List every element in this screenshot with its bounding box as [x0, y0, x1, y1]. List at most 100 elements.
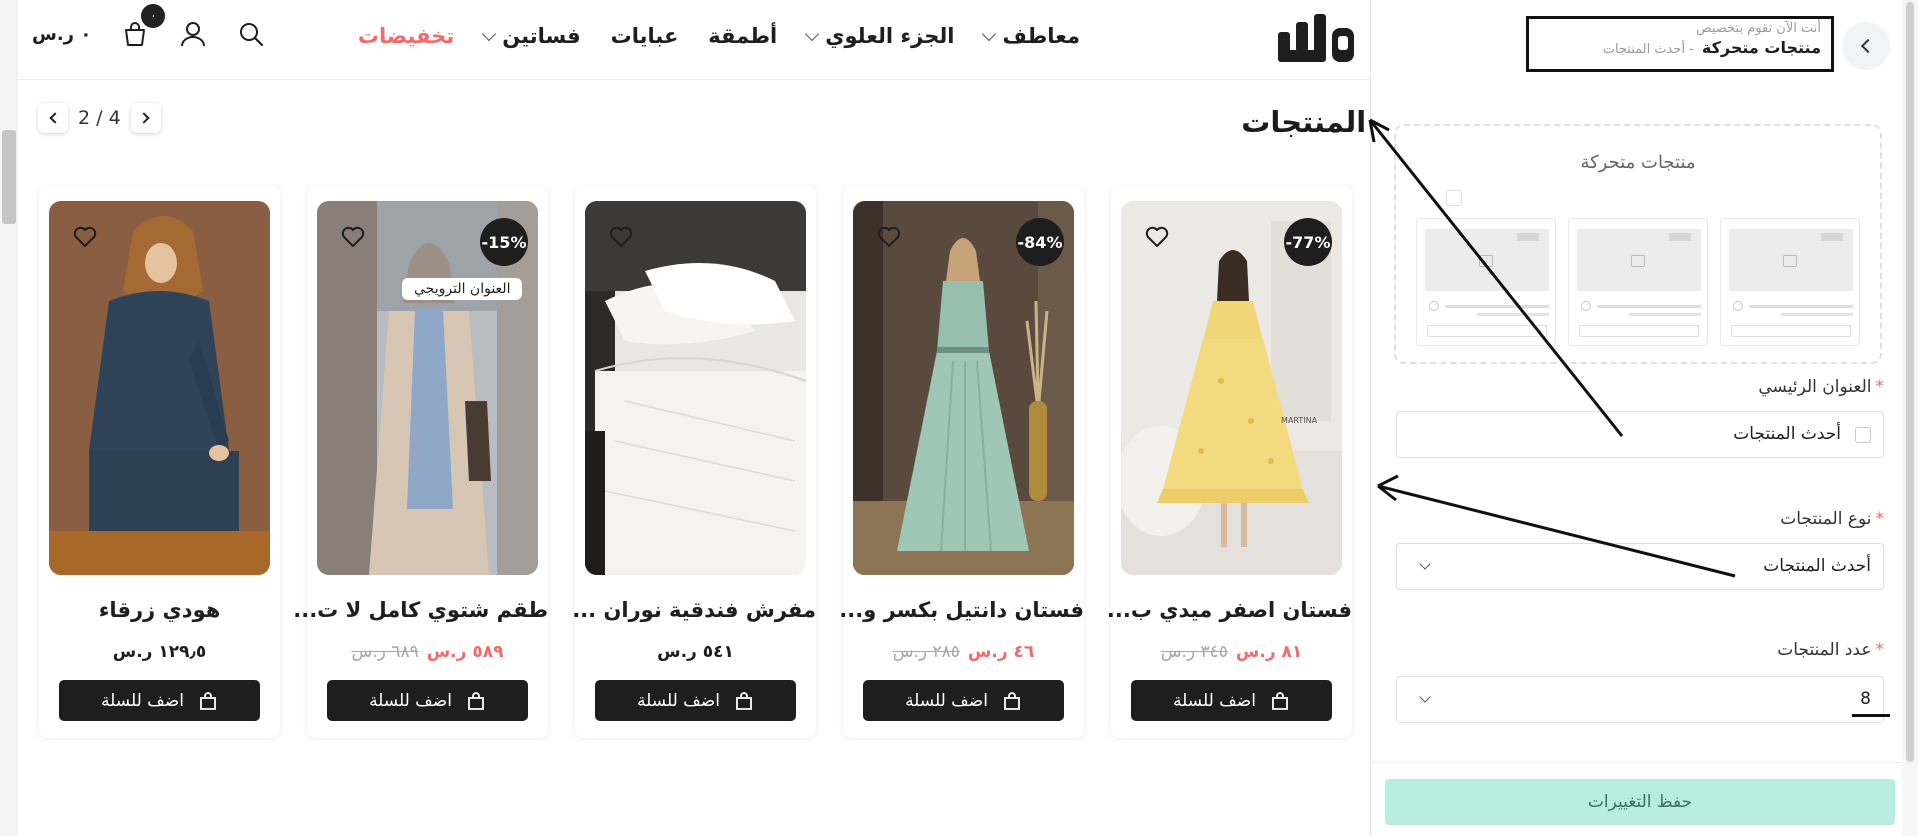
product-prices: ٨١ ر.س ٣٤٥ ر.س [1111, 642, 1352, 662]
product-card[interactable]: -15% العنوان الترويجي طقم شتوي كامل لا ت… [293, 186, 548, 738]
products-type-label: *نوع المنتجات [1780, 509, 1884, 529]
carousel-pager: 2 / 4 [38, 103, 161, 133]
image-icon [1783, 255, 1797, 267]
chevron-down-icon [805, 26, 820, 42]
panel-scrollbar[interactable] [1902, 0, 1918, 836]
main-title-input[interactable]: أحدث المنتجات [1396, 411, 1884, 458]
wishlist-heart-icon[interactable] [341, 226, 365, 248]
wishlist-heart-icon[interactable] [1145, 226, 1169, 248]
preview-product-placeholder [1416, 218, 1556, 346]
product-old-price: ٦٨٩ ر.س [351, 642, 419, 662]
breadcrumb-current-label: منتجات متحركة [1701, 38, 1821, 57]
nav-item-sets[interactable]: أطمقة [708, 24, 777, 48]
bag-icon [1272, 691, 1288, 710]
nav-item-sale[interactable]: تخفيضات [358, 24, 454, 48]
wishlist-heart-icon[interactable] [609, 226, 633, 248]
main-nav: تخفيضات فساتين عبايات أطمقة الجزء العلوي… [358, 24, 1080, 48]
products-type-label-text: نوع المنتجات [1780, 509, 1872, 529]
store-logo[interactable] [1278, 14, 1354, 62]
required-marker: * [1875, 377, 1885, 397]
add-to-cart-button[interactable]: اضف للسلة [59, 680, 260, 721]
bag-icon [1004, 691, 1020, 710]
required-marker: * [1875, 640, 1885, 660]
product-card[interactable]: هودي زرقاء ١٢٩٫٥ ر.س اضف للسلة [39, 186, 280, 738]
nav-item-abayas[interactable]: عبايات [611, 24, 679, 48]
product-price: ٥٤١ ر.س [657, 642, 734, 662]
product-title[interactable]: هودي زرقاء [39, 598, 280, 622]
carousel-next-button[interactable] [130, 103, 161, 133]
product-title[interactable]: فستان اصفر ميدي ب... [1107, 598, 1352, 622]
product-prices: ١٢٩٫٥ ر.س [39, 642, 280, 662]
promo-label: العنوان الترويجي [402, 278, 523, 300]
add-to-cart-button[interactable]: اضف للسلة [327, 680, 528, 721]
chevron-down-icon [982, 26, 997, 42]
add-to-cart-label: اضف للسلة [369, 690, 452, 711]
preview-title: منتجات متحركة [1580, 152, 1696, 173]
product-price: ٨١ ر.س [1235, 642, 1303, 662]
page-scrollbar-thumb[interactable] [2, 130, 16, 224]
product-price: ٥٨٩ ر.س [426, 642, 504, 662]
carousel-prev-button[interactable] [38, 103, 68, 133]
header-actions: ٠ ر.س ٠ [32, 4, 265, 48]
panel-scrollbar-thumb[interactable] [1906, 2, 1914, 762]
nav-item-dresses[interactable]: فساتين [482, 24, 581, 48]
main-title-label-text: العنوان الرئيسي [1758, 377, 1872, 397]
preview-arrow-icon [1446, 190, 1462, 206]
nav-item-label: أطمقة [708, 24, 778, 48]
product-card[interactable]: مفرش فندقية نوران ... ٥٤١ ر.س اضف للسلة [572, 186, 816, 738]
add-to-cart-label: اضف للسلة [1173, 690, 1256, 711]
count-underline [1852, 714, 1890, 717]
breadcrumb-hint: أنت الآن تقوم بتخصيص [1696, 21, 1821, 36]
product-price: ٤٦ ر.س [967, 642, 1035, 662]
customization-panel: أنت الآن تقوم بتخصيص منتجات متحركة - أحدث… [1370, 0, 1918, 836]
save-changes-button[interactable]: حفظ التغييرات [1385, 779, 1895, 825]
wishlist-heart-icon[interactable] [73, 226, 97, 248]
products-type-select[interactable]: أحدث المنتجات [1396, 543, 1884, 590]
product-image[interactable] [49, 201, 270, 575]
product-title[interactable]: مفرش فندقية نوران ... [572, 598, 816, 622]
chevron-down-icon [1419, 691, 1431, 703]
required-marker: * [1875, 509, 1885, 529]
product-price: ١٢٩٫٥ ر.س [112, 642, 207, 662]
breadcrumb-current: منتجات متحركة - أحدث المنتجات [1539, 38, 1821, 57]
nav-item-label: معاطف [1002, 24, 1080, 48]
product-image[interactable] [585, 201, 806, 575]
nav-item-label: عبايات [610, 24, 679, 48]
add-to-cart-button[interactable]: اضف للسلة [1131, 680, 1332, 721]
bag-icon [736, 691, 752, 710]
add-to-cart-button[interactable]: اضف للسلة [863, 680, 1064, 721]
cart-button[interactable]: ٠ [121, 4, 166, 48]
preview-product-placeholder [1720, 218, 1860, 346]
main-title-label: *العنوان الرئيسي [1758, 377, 1884, 397]
search-icon[interactable] [237, 20, 265, 48]
image-icon [1479, 255, 1493, 267]
products-count-label: *عدد المنتجات [1777, 640, 1884, 660]
add-to-cart-label: اضف للسلة [905, 690, 988, 711]
carousel-page-indicator: 2 / 4 [78, 107, 121, 129]
page-scrollbar[interactable] [0, 0, 18, 836]
store-header: تخفيضات فساتين عبايات أطمقة الجزء العلوي… [18, 0, 1370, 80]
product-card[interactable]: -84% فستان دانتيل بكسر و... ٤٦ ر.س ٢٨٥ ر… [839, 186, 1084, 738]
user-icon[interactable] [179, 20, 207, 48]
nav-item-coats[interactable]: معاطف [982, 24, 1080, 48]
add-to-cart-button[interactable]: اضف للسلة [595, 680, 796, 721]
chevron-down-icon [482, 26, 497, 42]
nav-item-label: الجزء العلوي [825, 24, 955, 48]
text-field-icon [1855, 427, 1871, 443]
page-root: تخفيضات فساتين عبايات أطمقة الجزء العلوي… [0, 0, 1918, 836]
product-old-price: ٣٤٥ ر.س [1160, 642, 1228, 662]
discount-badge: -15% [480, 218, 528, 266]
preview-product-placeholder [1568, 218, 1708, 346]
product-title[interactable]: طقم شتوي كامل لا ت... [293, 598, 548, 622]
product-card[interactable]: MARTINA -77% فستان اصفر ميدي ب... ٨١ ر.س… [1107, 186, 1352, 738]
chevron-left-icon [48, 112, 61, 124]
cart-total[interactable]: ٠ ر.س [32, 24, 91, 45]
product-title[interactable]: فستان دانتيل بكسر و... [839, 598, 1084, 622]
products-type-value: أحدث المنتجات [1763, 556, 1871, 576]
wishlist-heart-icon[interactable] [877, 226, 901, 248]
panel-back-button[interactable] [1842, 22, 1890, 70]
breadcrumb-sub-label: - أحدث المنتجات [1602, 42, 1694, 57]
chevron-down-icon [1419, 558, 1431, 570]
nav-item-tops[interactable]: الجزء العلوي [805, 24, 955, 48]
products-count-select[interactable]: 8 [1396, 676, 1884, 723]
